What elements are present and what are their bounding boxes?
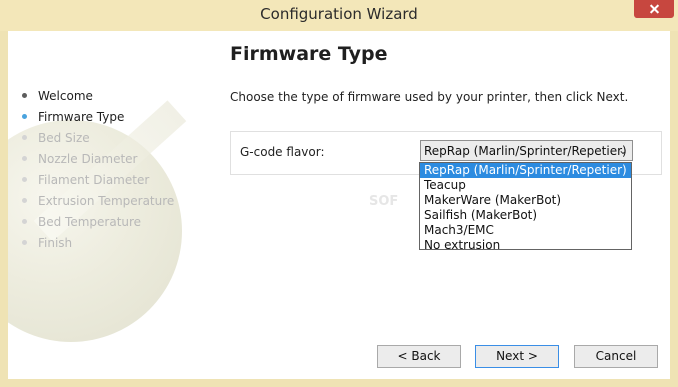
selected-value: RepRap (Marlin/Sprinter/Repetier) [424,144,627,158]
step-label: Filament Diameter [38,173,150,187]
step-status-icon [22,177,27,182]
step-status-icon [22,114,27,119]
step-status-icon [22,219,27,224]
chevron-down-icon: ⌄ [617,143,628,157]
step-label: Firmware Type [38,110,125,124]
back-button[interactable]: < Back [377,345,461,368]
step-status-icon [22,156,27,161]
option-sailfish[interactable]: Sailfish (MakerBot) [420,208,631,223]
option-mach3-emc[interactable]: Mach3/EMC [420,223,631,238]
gcode-flavor-select[interactable]: RepRap (Marlin/Sprinter/Repetier) ⌄ [420,140,633,161]
step-status-icon [22,198,27,203]
option-teacup[interactable]: Teacup [420,178,631,193]
close-button[interactable] [634,0,674,18]
step-status-icon [22,135,27,140]
step-status-icon [22,93,27,98]
step-label: Bed Temperature [38,215,142,229]
page-title: Firmware Type [230,43,388,65]
step-status-icon [22,240,27,245]
step-label: Welcome [38,89,93,103]
option-makerware[interactable]: MakerWare (MakerBot) [420,193,631,208]
option-reprap[interactable]: RepRap (Marlin/Sprinter/Repetier) [420,163,631,178]
step-label: Bed Size [38,131,90,145]
step-label: Extrusion Temperature [38,194,175,208]
option-no-extrusion[interactable]: No extrusion [420,238,631,253]
wizard-content: Firmware Type Welcome Firmware Type Bed … [8,31,670,379]
title-bar[interactable]: Configuration Wizard [0,0,678,31]
gcode-flavor-dropdown-list[interactable]: RepRap (Marlin/Sprinter/Repetier) Teacup… [419,162,632,253]
window-title: Configuration Wizard [260,5,418,23]
watermark-text: SOF [369,194,399,209]
cancel-button[interactable]: Cancel [574,345,658,368]
step-label: Nozzle Diameter [38,152,138,166]
gcode-flavor-label: G-code flavor: [240,145,325,159]
next-button[interactable]: Next > [475,345,559,368]
step-label: Finish [38,236,73,250]
instruction-text: Choose the type of firmware used by your… [230,90,629,104]
wizard-window: Configuration Wizard Firmware Type Welco… [0,0,678,387]
